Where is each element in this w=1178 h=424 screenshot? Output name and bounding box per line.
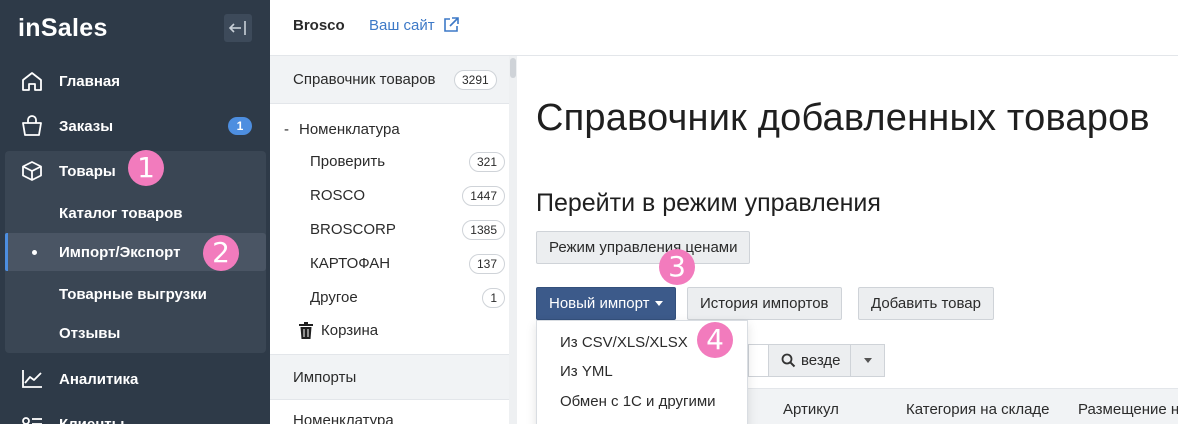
folder-label: BROSCORP <box>310 221 396 238</box>
column-header-placement[interactable]: Размещение на <box>1078 401 1178 418</box>
tree-folder-item[interactable]: Проверить 321 <box>270 145 514 179</box>
tree-folder-item[interactable]: Другое 1 <box>270 281 514 315</box>
users-list-icon <box>22 417 42 424</box>
main-content: Справочник добавленных товаров Перейти в… <box>517 56 1178 424</box>
folder-count-badge: 1447 <box>462 186 505 206</box>
import-from-yml-item[interactable]: Из YML <box>560 363 613 380</box>
tree-folder-item[interactable]: BROSCORP 1385 <box>270 213 514 247</box>
scrollbar-thumb[interactable] <box>510 58 516 78</box>
search-scope-button[interactable]: везде <box>768 344 851 377</box>
price-management-mode-button[interactable]: Режим управления ценами <box>536 231 751 264</box>
search-icon <box>781 353 796 368</box>
column-header-warehouse-category[interactable]: Категория на складе <box>906 401 1050 418</box>
imports-list-item[interactable]: Номенклатура <box>270 406 514 424</box>
collapse-arrow-icon <box>228 21 246 35</box>
search-input[interactable] <box>748 344 769 377</box>
sidebar-subitem-label: Импорт/Экспорт <box>59 243 181 261</box>
sidebar-item-label: Аналитика <box>59 370 139 388</box>
catalog-panel-scrollbar[interactable] <box>509 56 517 424</box>
sidebar-item-clients[interactable]: Клиенты <box>0 404 270 424</box>
collapse-sidebar-button[interactable] <box>224 14 252 42</box>
folder-label: КАРТОФАН <box>310 255 391 272</box>
shop-name: Brosco <box>293 17 345 34</box>
search-scope-label: везде <box>801 352 841 369</box>
folder-count-badge: 137 <box>468 254 505 274</box>
sidebar-item-analytics[interactable]: Аналитика <box>0 359 270 399</box>
trash-label: Корзина <box>321 322 379 339</box>
sidebar-subitem-label: Отзывы <box>59 324 121 342</box>
add-product-button[interactable]: Добавить товар <box>858 287 994 320</box>
step-marker-1: 1 <box>128 150 164 186</box>
trash-icon <box>299 322 313 339</box>
tree-root-nomenclature[interactable]: - Номенклатура <box>270 113 514 147</box>
imports-item-label: Номенклатура <box>293 412 394 424</box>
products-table-header: Артикул Категория на складе Размещение н… <box>748 388 1178 424</box>
new-import-label: Новый импорт <box>549 295 650 312</box>
catalog-tree-panel: Справочник товаров 3291 - Номенклатура П… <box>270 56 514 424</box>
exchange-1c-item[interactable]: Обмен с 1С и другими <box>560 393 716 410</box>
sidebar-subitem-label: Каталог товаров <box>59 204 183 222</box>
catalog-header[interactable]: Справочник товаров 3291 <box>270 56 514 104</box>
page-title: Справочник добавленных товаров <box>536 97 1150 139</box>
folder-count-badge: 321 <box>468 152 505 172</box>
external-link-icon <box>443 17 459 32</box>
folder-count-badge: 1385 <box>462 220 505 240</box>
tree-folder-item[interactable]: КАРТОФАН 137 <box>270 247 514 281</box>
tree-collapse-toggle[interactable]: - <box>284 121 289 138</box>
folder-label: ROSCO <box>310 187 366 204</box>
tree-root-label: Номенклатура <box>299 121 400 138</box>
import-from-csv-item[interactable]: Из CSV/XLS/XLSX <box>560 334 688 351</box>
sidebar-subitem-reviews[interactable]: Отзывы <box>0 314 270 352</box>
step-marker-3: 3 <box>659 249 695 285</box>
home-icon <box>22 72 42 91</box>
search-scope-dropdown[interactable] <box>851 344 885 377</box>
shopping-bag-icon <box>22 115 42 136</box>
step-marker-2: 2 <box>203 235 239 271</box>
import-history-button[interactable]: История импортов <box>687 287 842 320</box>
chevron-down-icon <box>863 358 872 363</box>
new-import-button[interactable]: Новый импорт <box>536 287 676 320</box>
management-mode-heading: Перейти в режим управления <box>536 189 881 217</box>
sidebar-item-label: Клиенты <box>59 415 125 424</box>
chart-line-icon <box>22 370 42 388</box>
folder-label: Проверить <box>310 153 386 170</box>
sidebar-item-label: Главная <box>59 72 121 90</box>
column-header-sku[interactable]: Артикул <box>783 401 839 418</box>
sidebar-subitem-feeds[interactable]: Товарные выгрузки <box>0 275 270 313</box>
dropdown-caret-icon <box>654 301 663 306</box>
step-marker-4: 4 <box>697 322 733 358</box>
active-indicator <box>5 233 8 271</box>
tree-folder-item[interactable]: ROSCO 1447 <box>270 179 514 213</box>
imports-section-header[interactable]: Импорты <box>270 354 514 400</box>
sidebar-item-home[interactable]: Главная <box>0 61 270 101</box>
sidebar-subitem-label: Товарные выгрузки <box>59 285 207 303</box>
active-bullet <box>32 250 37 255</box>
folder-count-badge: 1 <box>482 288 505 308</box>
insales-logo[interactable]: inSales <box>18 14 108 43</box>
sidebar-subitem-catalog[interactable]: Каталог товаров <box>0 194 270 232</box>
your-site-link-label: Ваш сайт <box>369 16 435 34</box>
catalog-header-title: Справочник товаров <box>293 71 436 88</box>
catalog-count-badge: 3291 <box>454 70 497 90</box>
sidebar-item-orders[interactable]: Заказы 1 <box>0 106 270 146</box>
folder-label: Другое <box>310 289 358 306</box>
tree-trash[interactable]: Корзина <box>270 314 514 348</box>
top-bar: Brosco Ваш сайт <box>270 0 1178 56</box>
box-icon <box>22 161 42 181</box>
sidebar: inSales Главная Заказы 1 Товары 1 Катало… <box>0 0 270 424</box>
your-site-link[interactable]: Ваш сайт <box>369 16 460 34</box>
sidebar-item-label: Заказы <box>59 117 114 135</box>
sidebar-item-label: Товары <box>59 162 116 180</box>
imports-section-title: Импорты <box>293 369 357 386</box>
orders-count-badge: 1 <box>228 117 252 135</box>
